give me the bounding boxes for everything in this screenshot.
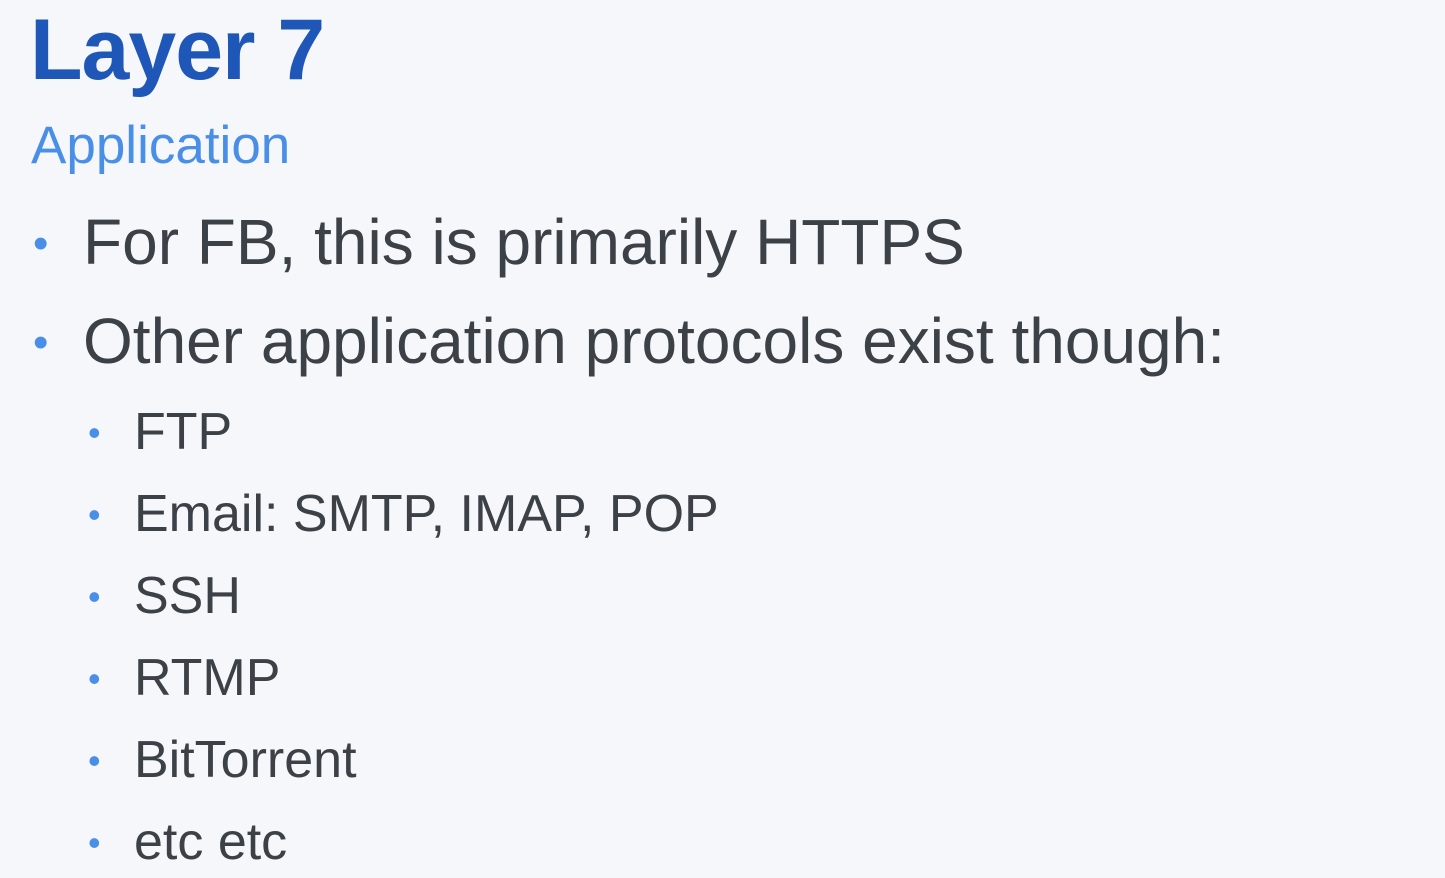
sub-bullet-text: etc etc xyxy=(134,813,288,871)
bullet-dot-icon: • xyxy=(88,412,101,453)
bullet-dot-icon: • xyxy=(88,576,101,617)
bullet-item: • Other application protocols exist thoug… xyxy=(33,304,1225,380)
sub-bullet-item: • Email: SMTP, IMAP, POP xyxy=(88,483,719,546)
sub-bullet-text: BitTorrent xyxy=(134,731,357,789)
bullet-item: • For FB, this is primarily HTTPS xyxy=(33,205,965,281)
bullet-dot-icon: • xyxy=(33,318,49,367)
sub-bullet-item: • SSH xyxy=(88,565,241,628)
sub-bullet-text: SSH xyxy=(134,567,241,625)
bullet-dot-icon: • xyxy=(33,219,49,268)
sub-bullet-text: RTMP xyxy=(134,649,281,707)
sub-bullet-item: • etc etc xyxy=(88,811,287,874)
bullet-dot-icon: • xyxy=(88,658,101,699)
sub-bullet-item: • RTMP xyxy=(88,647,280,710)
bullet-dot-icon: • xyxy=(88,822,101,863)
bullet-dot-icon: • xyxy=(88,740,101,781)
slide-title: Layer 7 xyxy=(30,2,325,98)
bullet-text: Other application protocols exist though… xyxy=(83,305,1225,377)
bullet-text: For FB, this is primarily HTTPS xyxy=(83,206,965,278)
bullet-dot-icon: • xyxy=(88,494,101,535)
sub-bullet-item: • BitTorrent xyxy=(88,729,357,792)
slide-subtitle: Application xyxy=(31,116,291,175)
sub-bullet-text: Email: SMTP, IMAP, POP xyxy=(134,485,719,543)
slide: Layer 7 Application • For FB, this is pri… xyxy=(0,0,1445,878)
sub-bullet-text: FTP xyxy=(134,403,233,461)
sub-bullet-item: • FTP xyxy=(88,401,232,464)
